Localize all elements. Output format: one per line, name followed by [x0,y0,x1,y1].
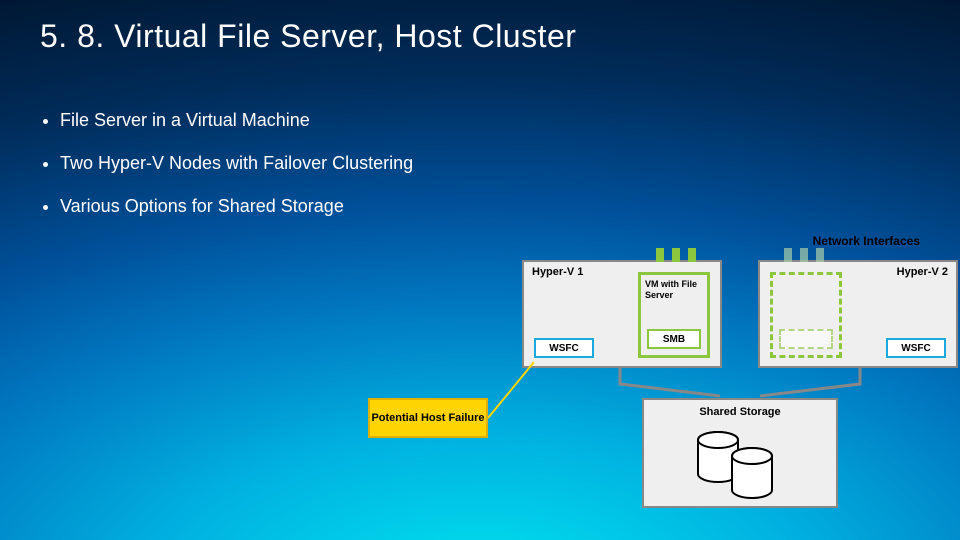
callout-connector [488,360,538,420]
vm-active: VM with File Server SMB [638,272,710,358]
disk-icon [730,446,774,502]
nic-icon [688,248,696,262]
nic-icon [656,248,664,262]
smb-box: SMB [647,329,701,349]
nic-icon [816,248,824,262]
host-label: Hyper-V 1 [532,266,583,278]
network-interfaces-label: Network Interfaces [813,234,920,248]
bullet-item: Two Hyper-V Nodes with Failover Clusteri… [60,153,413,174]
nic-icon [784,248,792,262]
slide: 5. 8. Virtual File Server, Host Cluster … [0,0,960,540]
hyperv-host-1: Hyper-V 1 WSFC VM with File Server SMB [522,260,722,368]
nic-icon [800,248,808,262]
vm-passive [770,272,842,358]
callout-label: Potential Host Failure [371,412,484,425]
shared-storage-label: Shared Storage [644,406,836,418]
bullet-item: File Server in a Virtual Machine [60,110,413,131]
smb-box-passive [779,329,833,349]
vm-title: VM with File Server [641,275,707,301]
potential-host-failure-callout: Potential Host Failure [368,398,488,438]
bullet-item: Various Options for Shared Storage [60,196,413,217]
wsfc-box: WSFC [534,338,594,358]
host-label: Hyper-V 2 [897,266,948,278]
slide-title: 5. 8. Virtual File Server, Host Cluster [40,18,576,55]
bullet-list: File Server in a Virtual Machine Two Hyp… [36,110,413,239]
nic-icon [672,248,680,262]
hyperv-host-2: Hyper-V 2 WSFC [758,260,958,368]
shared-storage: Shared Storage [642,398,838,508]
wsfc-box: WSFC [886,338,946,358]
